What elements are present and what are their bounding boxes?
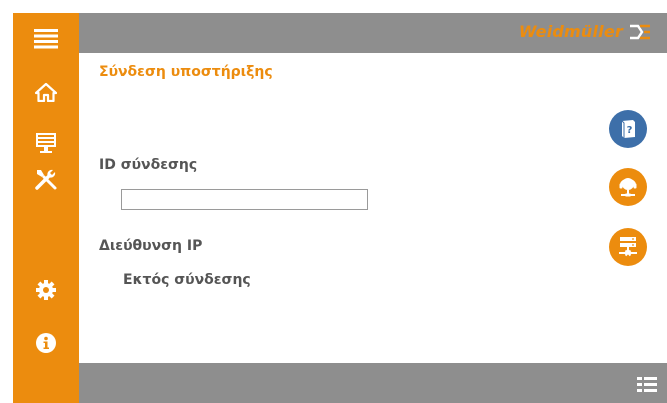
svg-text:?: ? <box>627 125 633 136</box>
network-button[interactable] <box>609 228 647 266</box>
ip-address-label: Διεύθυνση IP <box>99 238 203 254</box>
connection-id-label: ID σύνδεσης <box>99 157 198 173</box>
list-settings-icon[interactable] <box>637 376 657 396</box>
support-button[interactable] <box>609 168 647 206</box>
brand-logo: Weidmüller <box>519 22 651 41</box>
connection-id-input[interactable] <box>121 189 368 210</box>
gear-icon[interactable] <box>32 276 60 304</box>
help-button[interactable]: ? <box>609 110 647 148</box>
app-frame: Weidmüller Σύνδεση υποστήριξης ID σύνδεσ… <box>13 13 667 403</box>
help-book-icon: ? <box>621 120 635 138</box>
bottom-bar <box>79 363 667 403</box>
monitor-icon[interactable] <box>32 129 60 157</box>
support-headset-icon <box>619 178 637 197</box>
page-title: Σύνδεση υποστήριξης <box>99 64 273 80</box>
top-bar: Weidmüller <box>79 13 667 53</box>
home-icon[interactable] <box>32 78 60 106</box>
sidebar <box>13 13 79 403</box>
brand-name: Weidmüller <box>518 22 623 41</box>
network-server-icon <box>619 237 637 257</box>
ip-status-value: Εκτός σύνδεσης <box>123 272 251 288</box>
tools-icon[interactable] <box>32 165 60 193</box>
weidmuller-mark-icon <box>630 24 650 39</box>
menu-icon[interactable] <box>32 25 60 53</box>
info-icon[interactable] <box>32 329 60 357</box>
